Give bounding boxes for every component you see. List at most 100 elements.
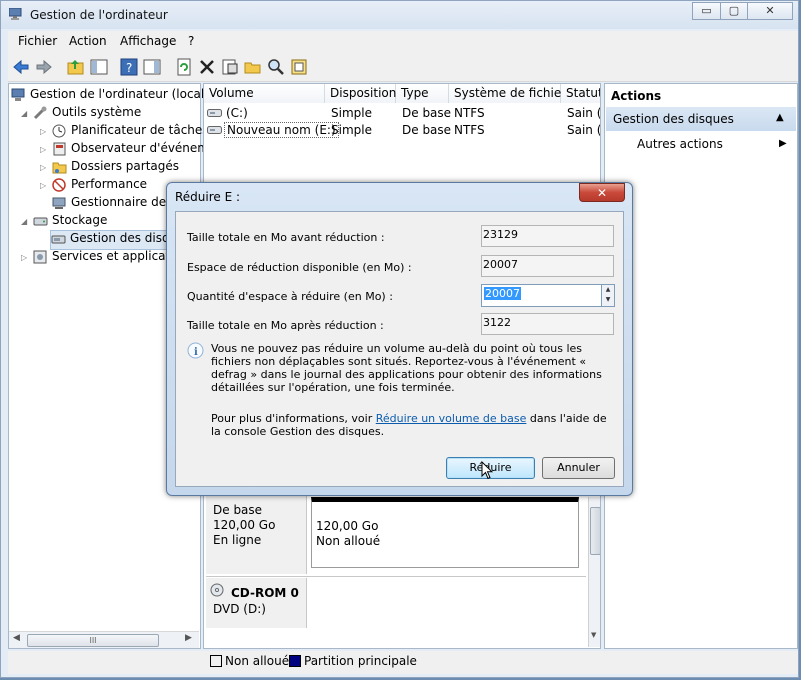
svg-text:i: i: [194, 347, 198, 358]
back-icon[interactable]: [11, 57, 31, 77]
expand-arrow-icon[interactable]: ▷: [21, 253, 27, 262]
menu-help[interactable]: ?: [188, 34, 194, 48]
maximize-button[interactable]: ▢: [720, 2, 748, 20]
tree-item-device-manager[interactable]: Gestionnaire de pé: [52, 195, 185, 213]
search-icon[interactable]: [266, 57, 286, 77]
forward-icon[interactable]: [34, 57, 54, 77]
disk-1-size: 120,00 Go: [213, 518, 276, 532]
scroll-down-icon[interactable]: ▼: [591, 631, 596, 639]
tree-label-storage: Stockage: [52, 213, 108, 227]
amount-stepper[interactable]: ▲ ▼: [602, 284, 615, 307]
tree-item-system-tools[interactable]: Outils système: [33, 105, 141, 123]
scroll-left-icon[interactable]: ◀: [13, 633, 20, 643]
delete-icon[interactable]: [197, 57, 217, 77]
actions-section-disk-management[interactable]: Gestion des disques ▲: [606, 107, 796, 131]
unallocated-partition[interactable]: 120,00 Go Non alloué: [311, 497, 579, 568]
disk-management-icon: [51, 235, 66, 243]
tree-item-task-scheduler[interactable]: Planificateur de tâches: [52, 123, 209, 141]
unallocated-label: Non alloué: [316, 534, 381, 548]
collapse-up-icon[interactable]: ▲: [776, 112, 784, 123]
dialog-body: Taille totale en Mo avant réduction : 23…: [175, 211, 624, 487]
menu-fichier[interactable]: Fichier: [18, 34, 57, 48]
disk-properties-icon[interactable]: [289, 57, 309, 77]
legend-unallocated: Non alloué: [225, 654, 290, 668]
column-filesystem[interactable]: Système de fichiers: [449, 84, 572, 103]
up-folder-icon[interactable]: [66, 57, 86, 77]
table-row[interactable]: Nouveau nom (E:) Simple De base NTFS Sai…: [204, 122, 601, 139]
menu-action[interactable]: Action: [69, 34, 107, 48]
dialog-close-button[interactable]: ✕: [579, 183, 625, 202]
expand-arrow-icon[interactable]: ▷: [40, 163, 46, 172]
menu-bar: Fichier Action Affichage ?: [8, 31, 798, 53]
open-icon[interactable]: [243, 57, 263, 77]
clock-icon: [52, 124, 66, 137]
scroll-right-icon[interactable]: ▶: [185, 633, 192, 643]
volume-filesystem: NTFS: [454, 106, 485, 120]
collapse-arrow-icon[interactable]: ◢: [21, 217, 27, 226]
tree-item-shared-folders[interactable]: Dossiers partagés: [52, 159, 179, 177]
shrink-dialog: Réduire E : ✕ Taille totale en Mo avant …: [166, 182, 633, 496]
amount-input[interactable]: 20007: [481, 284, 602, 307]
cdrom-name: CD-ROM 0: [231, 586, 299, 600]
help-icon[interactable]: ?: [119, 57, 139, 77]
scroll-thumb[interactable]: III: [27, 634, 159, 647]
disk-1-state: En ligne: [213, 533, 262, 547]
disk-1-type: De base: [213, 503, 263, 517]
minimize-button[interactable]: ▭: [692, 2, 721, 20]
submenu-arrow-icon[interactable]: ▶: [779, 138, 787, 149]
close-button[interactable]: ✕: [747, 2, 793, 20]
tree-label-task-scheduler: Planificateur de tâches: [71, 123, 209, 137]
volume-disposition: Simple: [331, 123, 372, 137]
more-actions-link[interactable]: Autres actions: [637, 137, 723, 151]
tree-item-performance[interactable]: Performance: [52, 177, 147, 195]
expand-arrow-icon[interactable]: ▷: [40, 145, 46, 154]
cancel-button[interactable]: Annuler: [542, 457, 615, 479]
tree-item-event-viewer[interactable]: Observateur d'événeme: [52, 141, 216, 159]
scroll-thumb[interactable]: [590, 507, 600, 555]
unallocated-size: 120,00 Go: [316, 519, 379, 533]
menu-affichage[interactable]: Affichage: [120, 34, 176, 48]
tree-item-root[interactable]: Gestion de l'ordinateur (local): [11, 87, 209, 105]
expand-arrow-icon[interactable]: ▷: [40, 181, 46, 190]
device-manager-icon: [52, 197, 66, 209]
tree-item-storage[interactable]: Stockage: [33, 213, 107, 231]
total-before-label: Taille totale en Mo avant réduction :: [187, 231, 385, 244]
expand-arrow-icon[interactable]: ▷: [40, 127, 46, 136]
total-after-label: Taille totale en Mo après réduction :: [187, 319, 384, 332]
amount-label: Quantité d'espace à réduire (en Mo) :: [187, 290, 393, 303]
total-before-value: 23129: [481, 225, 614, 247]
volume-type: De base: [402, 106, 452, 120]
info-message: Vous ne pouvez pas réduire un volume au-…: [211, 342, 602, 394]
tree-label-shared-folders: Dossiers partagés: [71, 159, 180, 173]
column-disposition[interactable]: Disposition: [325, 84, 396, 103]
window-title: Gestion de l'ordinateur: [30, 8, 168, 22]
tree-horizontal-scrollbar[interactable]: ◀ III ▶: [9, 631, 199, 648]
table-row[interactable]: (C:) Simple De base NTFS Sain (S: [204, 105, 601, 122]
collapse-arrow-icon[interactable]: ◢: [21, 109, 27, 118]
drive-icon: [207, 126, 222, 134]
tree-item-services[interactable]: Services et applicatio: [33, 249, 181, 267]
show-hide-action-pane-icon[interactable]: [142, 57, 162, 77]
cdrom-info[interactable]: CD-ROM 0 DVD (D:): [206, 578, 307, 628]
volume-status: Sain (S: [567, 106, 601, 120]
disk-vertical-scrollbar[interactable]: ▼: [588, 497, 600, 647]
status-bar: Non alloué Partition principale: [8, 651, 798, 674]
event-viewer-icon: [53, 142, 66, 155]
storage-icon: [33, 217, 48, 225]
title-bar[interactable]: Gestion de l'ordinateur ▭ ▢ ✕: [1, 1, 798, 29]
show-hide-tree-icon[interactable]: [89, 57, 109, 77]
refresh-icon[interactable]: [174, 57, 194, 77]
actions-section-label: Gestion des disques: [613, 112, 734, 126]
volume-status: Sain (R: [567, 123, 601, 137]
column-status[interactable]: Statut: [561, 84, 600, 103]
column-type[interactable]: Type: [396, 84, 449, 103]
volume-name: Nouveau nom (E:): [224, 122, 339, 138]
performance-icon: [52, 177, 66, 192]
volume-filesystem: NTFS: [454, 123, 485, 137]
properties-icon[interactable]: [220, 57, 240, 77]
cdrom-drive: DVD (D:): [213, 602, 266, 616]
amount-input-value: 20007: [484, 287, 521, 300]
column-volume[interactable]: Volume: [204, 84, 325, 103]
more-info-text: Pour plus d'informations, voir Réduire u…: [211, 412, 616, 438]
shrink-help-link[interactable]: Réduire un volume de base: [376, 412, 527, 425]
